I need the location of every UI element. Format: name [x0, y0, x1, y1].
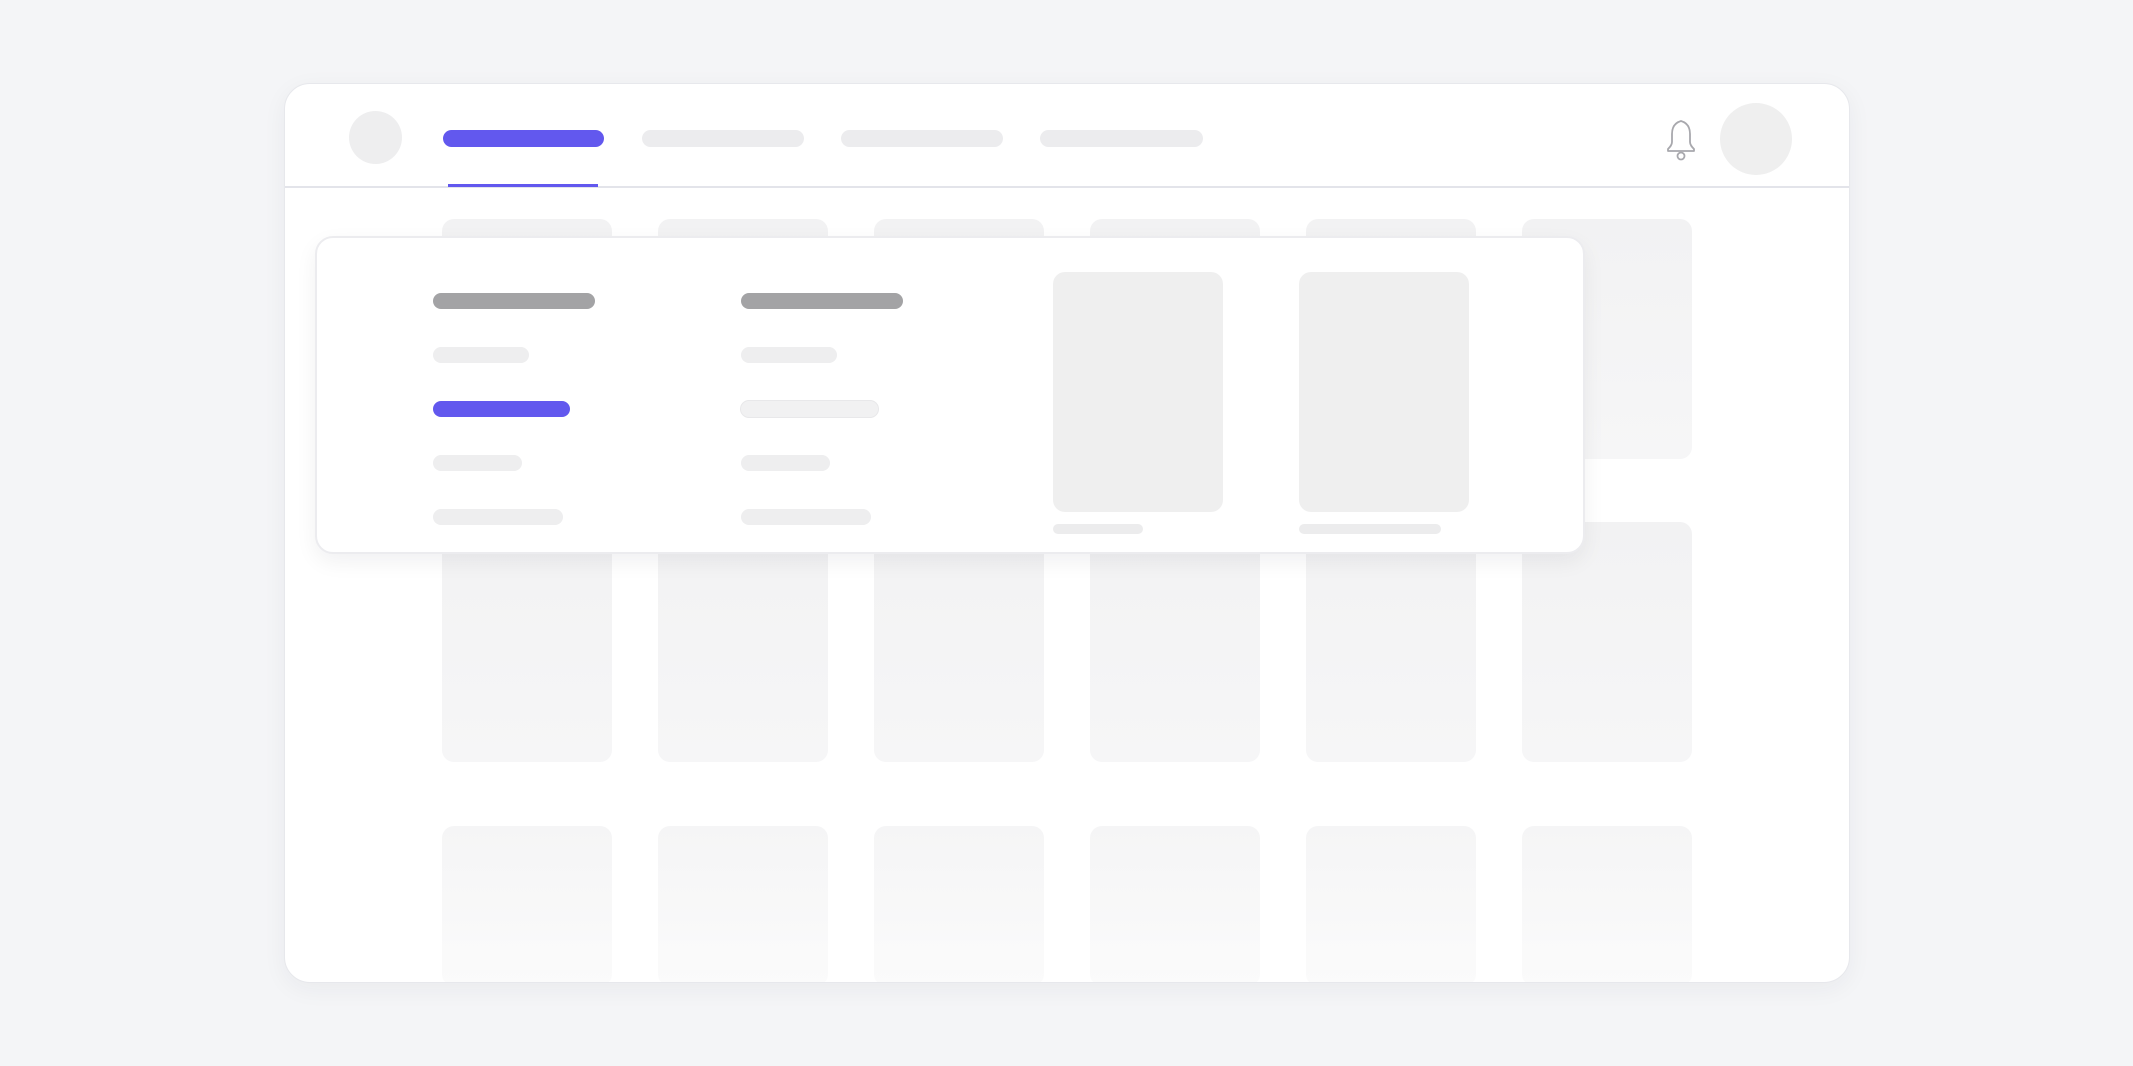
content-card[interactable]	[442, 522, 612, 762]
bell-icon[interactable]	[1661, 117, 1701, 161]
nav-tab-2[interactable]	[642, 130, 804, 147]
menu-item[interactable]	[433, 455, 522, 471]
menu-item[interactable]	[433, 509, 563, 525]
menu-column-1-heading	[433, 293, 595, 309]
menu-item[interactable]	[741, 509, 871, 525]
content-card[interactable]	[658, 522, 828, 762]
active-tab-indicator	[448, 184, 598, 187]
nav-tab-4[interactable]	[1040, 130, 1203, 147]
promo-image[interactable]	[1053, 272, 1223, 512]
mega-menu-dropdown	[315, 236, 1585, 554]
content-card[interactable]	[658, 826, 828, 982]
app-window	[284, 83, 1850, 983]
menu-item[interactable]	[741, 455, 830, 471]
menu-item-active[interactable]	[433, 401, 570, 417]
content-card[interactable]	[1090, 522, 1260, 762]
top-navigation-bar	[285, 84, 1849, 188]
menu-item-hovered[interactable]	[741, 401, 878, 417]
promo-caption	[1053, 524, 1143, 534]
menu-item[interactable]	[433, 347, 529, 363]
promo-image[interactable]	[1299, 272, 1469, 512]
promo-caption	[1299, 524, 1441, 534]
menu-item[interactable]	[741, 347, 837, 363]
content-card[interactable]	[874, 826, 1044, 982]
menu-column-2-heading	[741, 293, 903, 309]
content-card[interactable]	[1522, 522, 1692, 762]
content-card[interactable]	[874, 522, 1044, 762]
logo[interactable]	[349, 111, 402, 164]
content-card[interactable]	[442, 826, 612, 982]
nav-tab-3[interactable]	[841, 130, 1003, 147]
nav-tab-1[interactable]	[443, 130, 604, 147]
content-card[interactable]	[1306, 522, 1476, 762]
content-card[interactable]	[1090, 826, 1260, 982]
content-card[interactable]	[1522, 826, 1692, 982]
content-card[interactable]	[1306, 826, 1476, 982]
user-avatar[interactable]	[1720, 103, 1792, 175]
